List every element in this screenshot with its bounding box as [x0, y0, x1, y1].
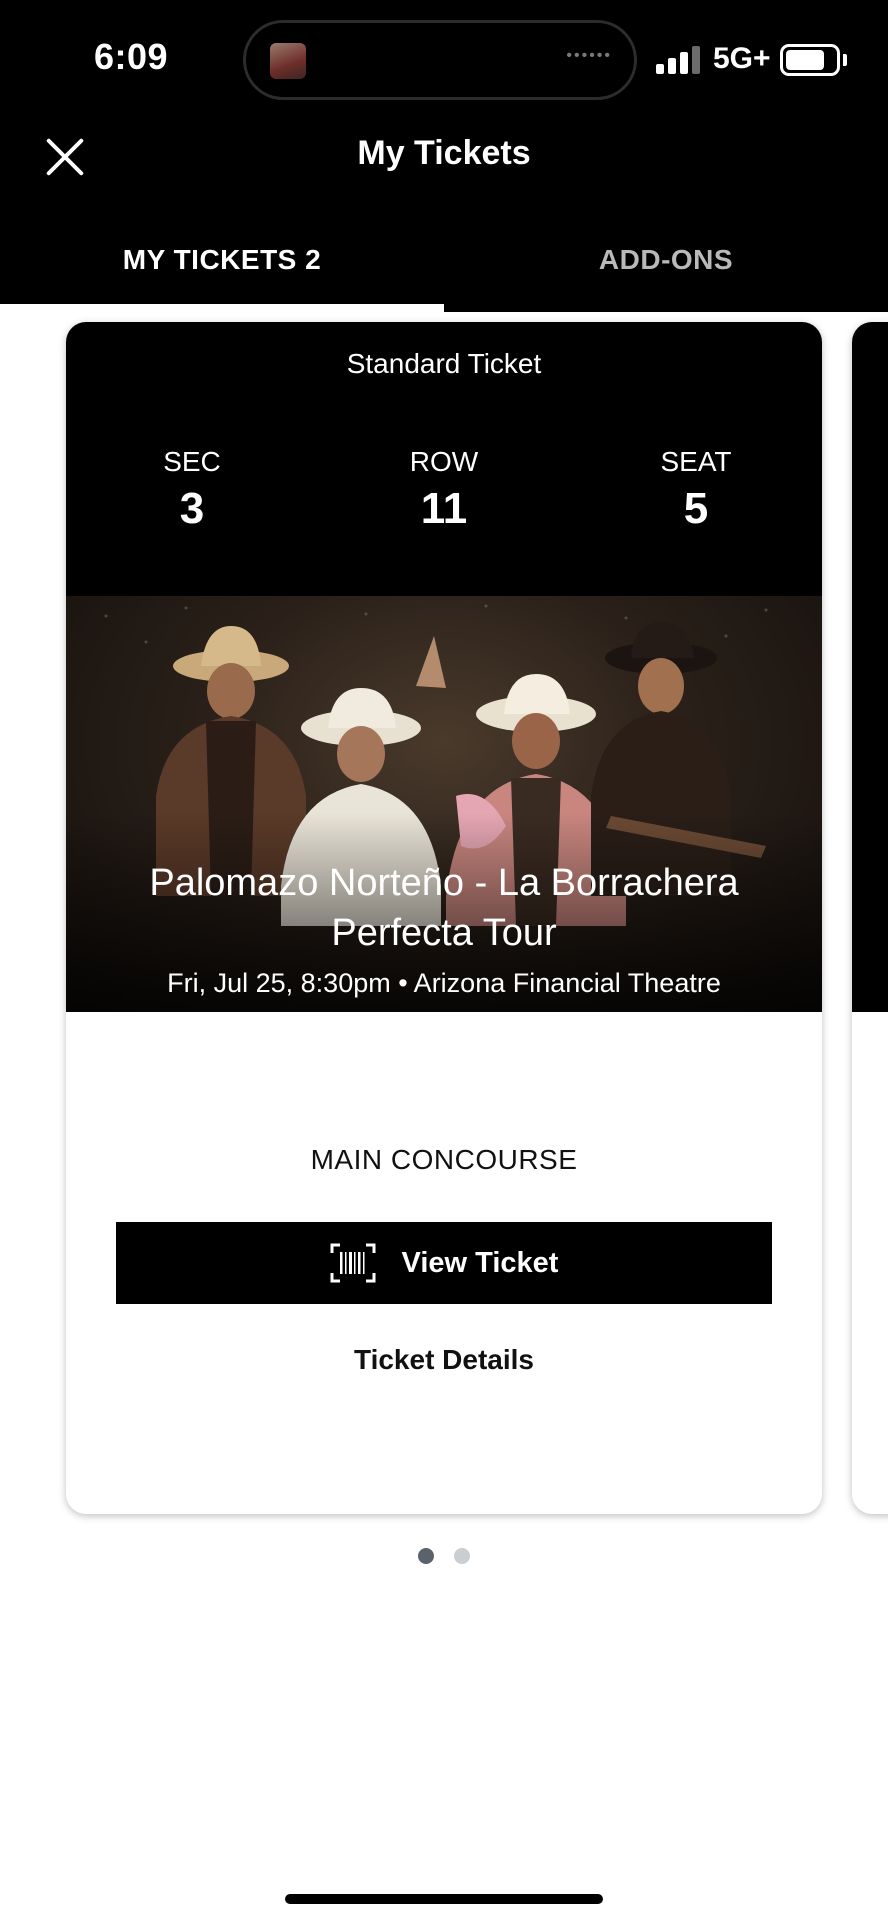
seat-value: 5	[683, 484, 709, 533]
status-time: 6:09	[94, 36, 169, 77]
event-title: Palomazo Norteño - La Borrachera Perfect…	[149, 862, 739, 954]
barcode-icon	[330, 1243, 376, 1283]
tab-bar: MY TICKETS 2 ADD-ONS	[0, 228, 888, 312]
dynamic-island[interactable]: ••••••	[243, 20, 637, 100]
battery-icon	[780, 44, 840, 76]
ticket-card[interactable]: Standard Ticket SEC 3 ROW 11 SEAT 5 Palo…	[66, 322, 822, 1514]
page-dot-2[interactable]	[454, 1548, 470, 1564]
now-playing-artwork-icon	[270, 43, 306, 79]
row-label: ROW	[409, 446, 479, 477]
battery-nub	[843, 54, 847, 66]
cellular-signal-icon	[656, 46, 702, 74]
tickets-carousel[interactable]: Standard Ticket SEC 3 ROW 11 SEAT 5 Palo…	[0, 312, 888, 1920]
home-indicator[interactable]	[285, 1894, 603, 1904]
header: My Tickets MY TICKETS 2 ADD-ONS	[0, 120, 888, 312]
section-label: SEC	[163, 446, 221, 477]
ticket-details-link[interactable]: Ticket Details	[66, 1344, 822, 1376]
battery-fill	[786, 50, 824, 70]
entry-area: MAIN CONCOURSE	[310, 1144, 578, 1175]
event-image: Palomazo Norteño - La Borrachera Perfect…	[66, 596, 822, 1012]
next-ticket-card[interactable]	[852, 322, 888, 1514]
tab-add-ons[interactable]: ADD-ONS	[444, 228, 888, 312]
page-title: My Tickets	[357, 134, 531, 172]
ticket-type: Standard Ticket	[346, 348, 542, 379]
island-dots-icon: ••••••	[566, 47, 612, 64]
tab-my-tickets[interactable]: MY TICKETS 2	[0, 228, 444, 312]
page-dot-1[interactable]	[418, 1548, 434, 1564]
seat-info: SEAT 5	[616, 446, 776, 534]
row-info: ROW 11	[364, 446, 524, 534]
view-ticket-label: View Ticket	[401, 1246, 559, 1279]
ticket-card-header: Standard Ticket SEC 3 ROW 11 SEAT 5	[66, 322, 822, 596]
section-value: 3	[179, 484, 205, 533]
seat-label: SEAT	[660, 446, 732, 477]
tab-active-indicator	[0, 304, 444, 312]
status-bar: 6:09 •••••• 5G+	[0, 0, 888, 120]
row-value: 11	[420, 484, 468, 533]
section-info: SEC 3	[112, 446, 272, 534]
network-type: 5G+	[713, 42, 771, 75]
view-ticket-button[interactable]: View Ticket	[116, 1222, 772, 1304]
next-ticket-card-header	[852, 322, 888, 1012]
event-date-venue: Fri, Jul 25, 8:30pm • Arizona Financial …	[167, 968, 721, 998]
carousel-pagination	[0, 1548, 888, 1564]
